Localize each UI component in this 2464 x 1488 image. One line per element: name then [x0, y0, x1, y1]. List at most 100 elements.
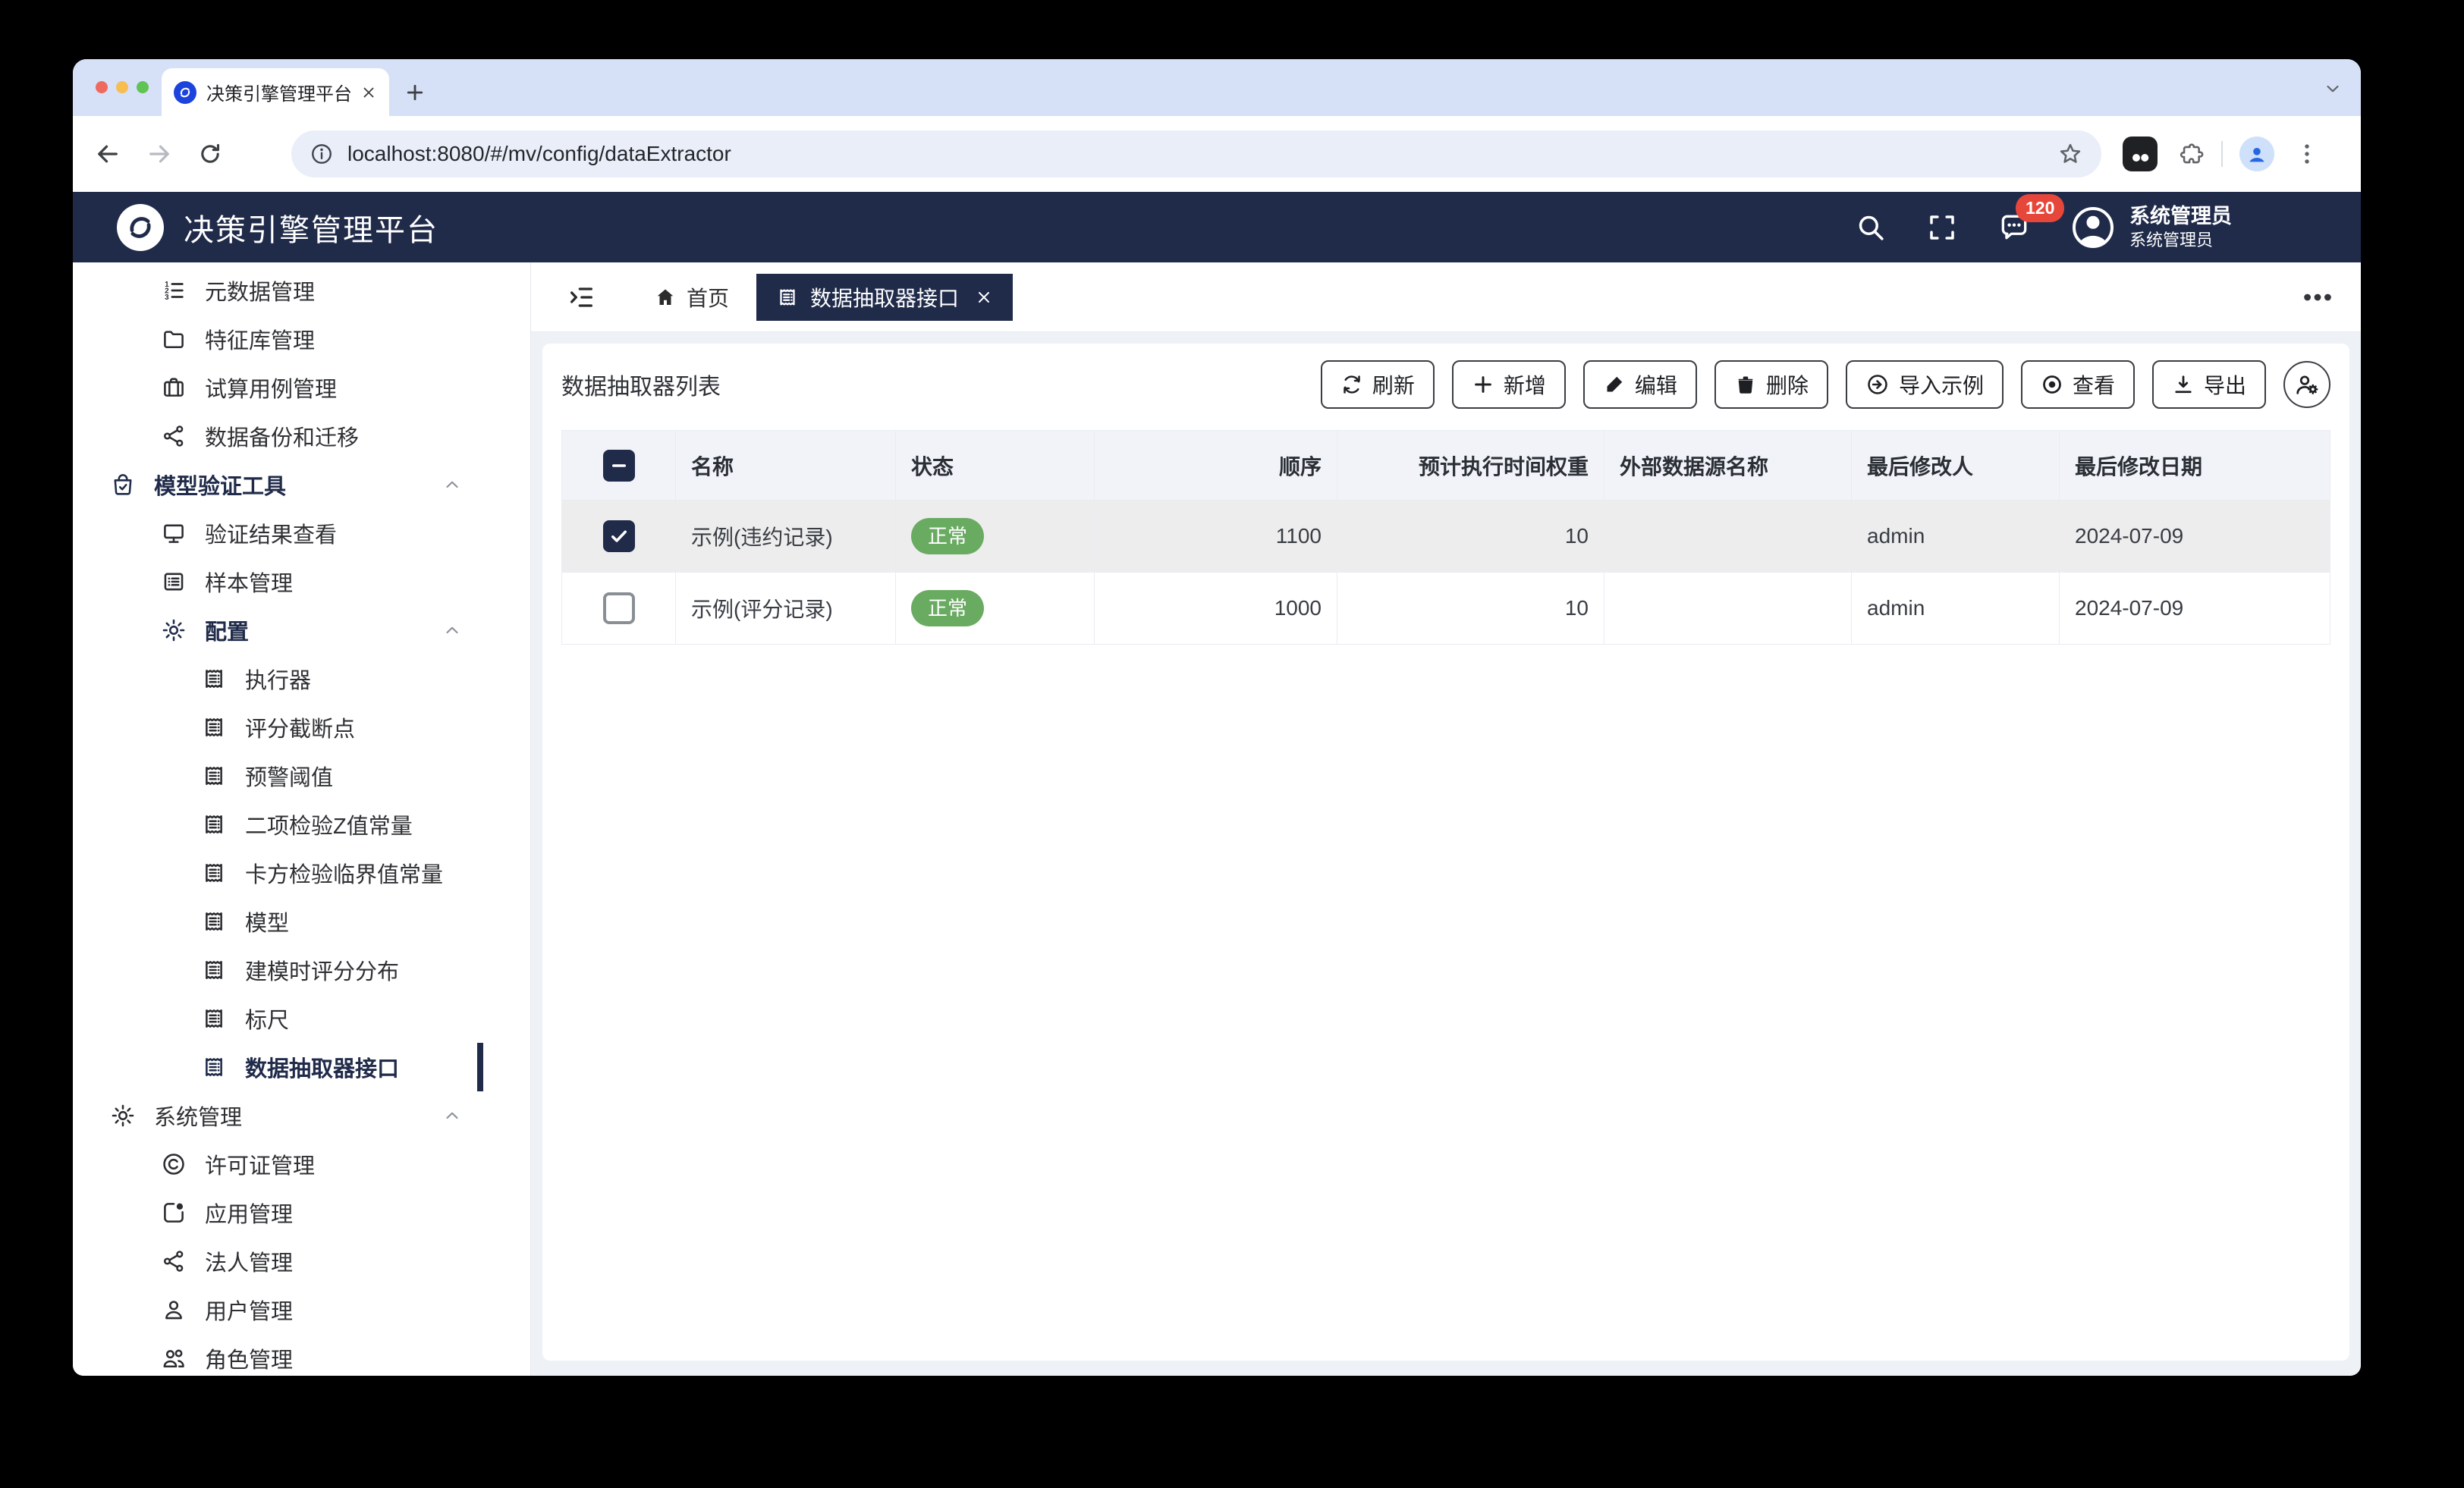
search-icon[interactable] [1855, 212, 1887, 243]
import-example-button[interactable]: 导入示例 [1845, 360, 2004, 409]
reload-button[interactable] [197, 141, 223, 167]
sidebar-item-score-cutoff[interactable]: 评分截断点 [73, 703, 483, 752]
cell-datasource [1604, 573, 1852, 645]
new-tab-button[interactable] [404, 82, 426, 103]
browser-tab-strip: 决策引擎管理平台 [73, 59, 2361, 116]
chevron-up-icon [442, 620, 462, 640]
tab-list-chevron-down-icon[interactable] [2323, 79, 2343, 99]
select-all-checkbox[interactable] [602, 449, 635, 482]
column-settings-button[interactable] [2283, 361, 2330, 408]
receipt-icon [201, 811, 227, 837]
close-tab-icon[interactable] [360, 84, 377, 101]
minimize-window-button[interactable] [116, 81, 128, 93]
more-options-icon[interactable] [2300, 280, 2335, 315]
folder-icon [161, 326, 187, 352]
tab-home[interactable]: 首页 [646, 274, 737, 321]
add-button[interactable]: 新增 [1451, 360, 1566, 409]
sidebar-group-config[interactable]: 配置 [73, 606, 483, 655]
cell-modified-by: admin [1852, 501, 2060, 573]
row-checkbox-unchecked[interactable] [602, 592, 635, 624]
receipt-icon [776, 286, 799, 309]
column-header-modified-by[interactable]: 最后修改人 [1852, 431, 2060, 501]
delete-button[interactable]: 删除 [1714, 360, 1828, 409]
sidebar-item-ruler[interactable]: 标尺 [73, 994, 483, 1043]
app-header: 决策引擎管理平台 120 系统管理员 系统管理员 [73, 192, 2361, 262]
browser-tab-title: 决策引擎管理平台 [206, 84, 350, 105]
messages-icon[interactable]: 120 [1997, 193, 2065, 244]
close-tab-icon[interactable] [975, 288, 993, 306]
sidebar-item-binomial-z[interactable]: 二项检验Z值常量 [73, 800, 483, 849]
sidebar-item-legal-entity[interactable]: 法人管理 [73, 1237, 483, 1286]
receipt-icon [201, 957, 227, 983]
sidebar-item-data-backup[interactable]: 数据备份和迁移 [73, 412, 483, 460]
browser-tab[interactable]: 决策引擎管理平台 [162, 68, 389, 116]
home-icon [654, 286, 677, 309]
gear-icon [161, 617, 187, 643]
table-row[interactable]: 示例(评分记录) 正常 1000 10 admin 2024-07-09 [562, 573, 2330, 645]
column-header-name[interactable]: 名称 [676, 431, 896, 501]
window-controls [96, 81, 149, 93]
sidebar-item-applications[interactable]: 应用管理 [73, 1188, 483, 1237]
tab-data-extractor[interactable]: 数据抽取器接口 [756, 273, 1014, 321]
sidebar-item-license[interactable]: 许可证管理 [73, 1140, 483, 1188]
column-header-status[interactable]: 状态 [896, 431, 1095, 501]
sidebar-item-validation-results[interactable]: 验证结果查看 [73, 509, 483, 557]
forward-button[interactable] [146, 140, 173, 168]
sidebar-item-trial-cases[interactable]: 试算用例管理 [73, 363, 483, 412]
user-avatar[interactable] [2070, 205, 2116, 250]
column-header-modified-date[interactable]: 最后修改日期 [2060, 431, 2330, 501]
sidebar-item-sample-management[interactable]: 样本管理 [73, 557, 483, 606]
users-icon [161, 1345, 187, 1371]
sidebar-item-alert-threshold[interactable]: 预警阈值 [73, 752, 483, 800]
ordered-list-icon [161, 278, 187, 303]
extension-icon[interactable] [2123, 137, 2158, 171]
sidebar-item-roles[interactable]: 角色管理 [73, 1334, 483, 1376]
collapse-sidebar-icon[interactable] [566, 282, 596, 312]
list-title: 数据抽取器列表 [561, 375, 721, 400]
user-menu[interactable]: 系统管理员 系统管理员 [2070, 203, 2232, 252]
sidebar-item-metadata[interactable]: 元数据管理 [73, 266, 483, 315]
cell-datasource [1604, 501, 1852, 573]
toolbar-divider [2221, 141, 2223, 167]
copyright-icon [161, 1151, 187, 1177]
cell-modified-date: 2024-07-09 [2060, 573, 2330, 645]
extensions-puzzle-icon[interactable] [2179, 141, 2205, 167]
status-badge: 正常 [911, 590, 985, 626]
list-box-icon [161, 569, 187, 595]
sidebar-item-model[interactable]: 模型 [73, 897, 483, 946]
bookmark-star-icon[interactable] [2057, 141, 2083, 167]
column-header-weight[interactable]: 预计执行时间权重 [1337, 431, 1604, 501]
sidebar-item-modeling-score-dist[interactable]: 建模时评分分布 [73, 946, 483, 994]
sidebar-item-users[interactable]: 用户管理 [73, 1286, 483, 1334]
edit-button[interactable]: 编辑 [1582, 360, 1697, 409]
column-header-datasource[interactable]: 外部数据源名称 [1604, 431, 1852, 501]
row-checkbox-checked[interactable] [602, 520, 635, 552]
sidebar-item-executor[interactable]: 执行器 [73, 655, 483, 703]
sidebar-item-feature-library[interactable]: 特征库管理 [73, 315, 483, 363]
address-bar[interactable]: localhost:8080/#/mv/config/dataExtractor [291, 130, 2101, 177]
sidebar-item-data-extractor[interactable]: 数据抽取器接口 [73, 1043, 483, 1091]
monitor-icon [161, 520, 187, 546]
export-button[interactable]: 导出 [2151, 360, 2266, 409]
browser-nav-buttons [94, 140, 270, 168]
column-header-order[interactable]: 顺序 [1095, 431, 1337, 501]
sidebar-item-chi-square[interactable]: 卡方检验临界值常量 [73, 849, 483, 897]
bag-check-icon [110, 472, 136, 498]
site-favicon-icon [174, 80, 196, 104]
site-info-icon[interactable] [310, 142, 334, 166]
table-row[interactable]: 示例(违约记录) 正常 1100 10 admin 2024-07-09 [562, 501, 2330, 573]
browser-menu-kebab-icon[interactable] [2294, 141, 2320, 167]
browser-profile-avatar[interactable] [2239, 137, 2274, 171]
cell-weight: 10 [1337, 573, 1604, 645]
refresh-button[interactable]: 刷新 [1320, 360, 1435, 409]
url-text[interactable]: localhost:8080/#/mv/config/dataExtractor [347, 142, 2044, 166]
view-button[interactable]: 查看 [2020, 360, 2135, 409]
sidebar-group-system[interactable]: 系统管理 [73, 1091, 483, 1140]
close-window-button[interactable] [96, 81, 108, 93]
app-box-icon [161, 1200, 187, 1226]
receipt-icon [201, 666, 227, 692]
back-button[interactable] [94, 140, 121, 168]
sidebar-group-model-validation[interactable]: 模型验证工具 [73, 460, 483, 509]
fullscreen-icon[interactable] [1926, 212, 1958, 243]
zoom-window-button[interactable] [137, 81, 149, 93]
